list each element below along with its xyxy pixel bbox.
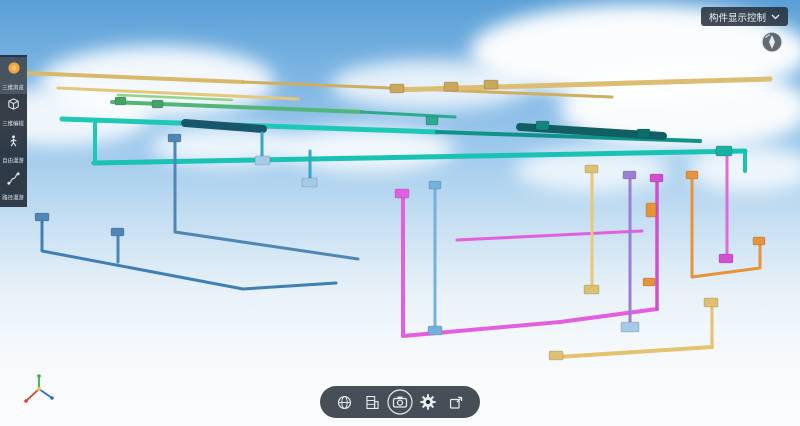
sidebar-item-edit-3d[interactable]: 三维编辑 [0, 94, 27, 131]
camera-icon [387, 389, 413, 415]
floors-button[interactable] [359, 389, 385, 415]
sidebar-item-free-roam[interactable]: 自由漫游 [0, 131, 27, 168]
component-display-control-label: 构件显示控制 [709, 10, 766, 24]
path-roam-icon [6, 171, 21, 191]
free-roam-icon [6, 134, 21, 154]
settings-button[interactable] [415, 389, 441, 415]
browse-3d-icon [6, 60, 22, 81]
left-toolbar: 三维浏览 三维编辑 自由漫游 [0, 55, 27, 207]
gear-icon [419, 393, 437, 411]
bim-viewer-window: 三维浏览 三维编辑 自由漫游 [0, 0, 800, 426]
cube-arrow-button[interactable] [443, 389, 469, 415]
sidebar-item-label: 三维浏览 [3, 83, 25, 91]
sidebar-item-label: 自由漫游 [3, 156, 25, 164]
sidebar-item-browse-3d[interactable]: 三维浏览 [0, 57, 27, 94]
chevron-down-icon [771, 14, 780, 20]
sidebar-item-label: 路径漫游 [3, 193, 25, 201]
viewport-3d-pipe-model[interactable] [0, 0, 800, 426]
globe-button[interactable] [331, 389, 357, 415]
sidebar-item-label: 三维编辑 [3, 119, 25, 127]
floors-icon [364, 394, 381, 411]
axis-gizmo[interactable] [20, 373, 58, 412]
sidebar-item-path-roam[interactable]: 路径漫游 [0, 168, 27, 205]
cube-arrow-icon [448, 394, 465, 411]
edit-3d-icon [6, 97, 21, 117]
component-display-control-button[interactable]: 构件显示控制 [701, 7, 788, 26]
globe-icon [336, 394, 353, 411]
orbit-compass-icon[interactable] [760, 30, 784, 59]
camera-button[interactable] [387, 389, 413, 415]
bottom-toolbar [320, 386, 480, 418]
